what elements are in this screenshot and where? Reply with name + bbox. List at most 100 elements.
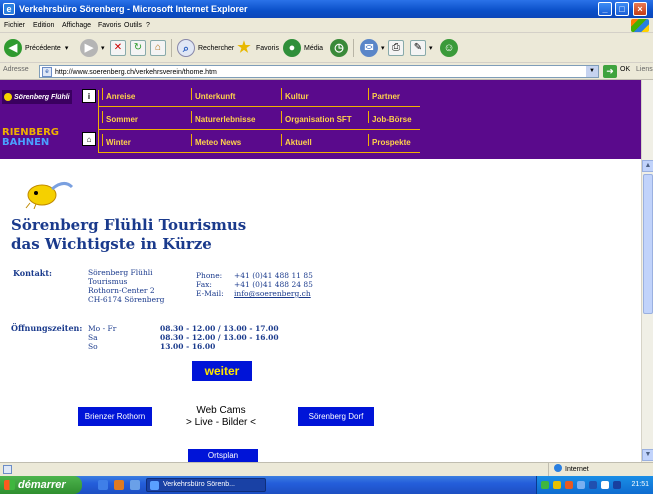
menu-outils[interactable]: Outils [124,20,142,31]
soerenberg-fluehli-logo[interactable]: Sörenberg Flühli [2,90,72,104]
title-bar: e Verkehrsbüro Sörenberg - Microsoft Int… [0,0,653,18]
media-button[interactable]: ● Média [283,37,323,59]
menu-help[interactable]: ? [146,20,150,31]
quicklaunch-desktop-icon[interactable] [130,480,140,490]
brand-top-text: Sörenberg Flühli [14,93,70,101]
windows-logo-icon [631,19,649,32]
taskbar: démarrer Verkehrsbüro Sörenb... 21:51 [0,476,653,494]
minimize-button[interactable]: _ [598,2,612,16]
house-icon[interactable]: ⌂ [82,132,96,146]
media-icon: ● [283,39,301,57]
soerenberg-dorf-button[interactable]: Sörenberg Dorf [298,407,374,426]
taskbar-item-ie[interactable]: Verkehrsbüro Sörenb... [146,478,266,492]
refresh-button[interactable]: ↻ [130,37,146,59]
taskbar-item-label: Verkehrsbüro Sörenb... [163,481,235,488]
address-url: http://www.soerenberg.ch/verkehrsverein/… [55,69,217,76]
sun-mascot-icon [25,182,74,209]
mail-button[interactable]: ✉ ▾ [360,37,385,59]
toolbar-separator [353,39,354,57]
weiter-button[interactable]: weiter [192,361,252,381]
tray-network-icon[interactable] [541,481,549,489]
back-button[interactable]: ◀ Précédente ▾ [4,37,68,59]
address-input[interactable]: e http://www.soerenberg.ch/verkehrsverei… [39,65,599,78]
nav-prospekte[interactable]: Prospekte [368,134,411,147]
quicklaunch-outlook-icon[interactable] [114,480,124,490]
nav-naturerlebnisse[interactable]: Naturerlebnisse [190,111,255,124]
edit-button[interactable]: ✎ ▾ [410,37,433,59]
page-content: Sörenberg Flühli Tourismus das Wichtigst… [0,159,641,462]
menu-favoris[interactable]: Favoris [98,20,121,31]
brienzer-rothorn-button[interactable]: Brienzer Rothorn [78,407,152,426]
favorites-button[interactable]: ★ Favoris [235,37,279,59]
phone-value: +41 (0)41 488 11 85 [234,271,313,280]
quicklaunch-ie-icon[interactable] [98,480,108,490]
vertical-scrollbar[interactable]: ▲ ▼ [641,80,653,462]
start-label: démarrer [18,479,66,491]
links-label[interactable]: Liens [636,66,653,73]
scroll-up-icon[interactable]: ▲ [642,160,653,172]
go-button[interactable]: OK [620,66,630,73]
security-zone: Internet [548,463,589,476]
maximize-button[interactable]: □ [615,2,629,16]
toolbar: ◀ Précédente ▾ ▶ ▾ ✕ ↻ ⌂ ⌕ Rechercher ★ … [0,33,653,63]
nav-anreise[interactable]: Anreise [101,88,135,101]
nav-aktuell[interactable]: Aktuell [281,134,312,147]
hours-value: 08.30 - 12.00 / 13.00 - 16.00 [160,333,279,342]
tray-antivirus-icon[interactable] [565,481,573,489]
rothorn-bahnen-logo[interactable]: RIENBERG BAHNEN [2,128,72,148]
nav-divider-line [98,90,99,152]
email-link[interactable]: info@soerenberg.ch [234,289,311,298]
toolbar-separator [171,39,172,57]
go-arrow-icon[interactable]: ➜ [603,65,617,78]
ortsplan-button[interactable]: Ortsplan [188,449,258,462]
tray-app-icon[interactable] [613,481,621,489]
home-button[interactable]: ⌂ [150,37,166,59]
internet-explorer-icon: e [3,3,15,15]
forward-dropdown-icon[interactable]: ▾ [101,44,105,52]
nav-meteo-news[interactable]: Meteo News [190,134,241,147]
tray-app-icon[interactable] [589,481,597,489]
edit-icon: ✎ [410,40,426,56]
address-dropdown-icon[interactable]: ▼ [586,66,598,77]
nav-job-boerse[interactable]: Job-Börse [368,111,412,124]
print-button[interactable]: ⎙ [388,37,404,59]
hours-day: So [88,342,98,351]
back-dropdown-icon[interactable]: ▾ [65,44,69,52]
address-bar: Adresse e http://www.soerenberg.ch/verke… [0,63,653,80]
mail-dropdown-icon[interactable]: ▾ [381,44,385,52]
menu-edition[interactable]: Edition [33,20,54,31]
menu-fichier[interactable]: Fichier [4,20,25,31]
start-button[interactable]: démarrer [0,476,82,494]
history-button[interactable]: ◷ [330,37,348,59]
tray-volume-icon[interactable] [553,481,561,489]
stop-button[interactable]: ✕ [110,37,126,59]
page-subtitle: das Wichtigste in Kürze [11,235,212,253]
nav-sommer[interactable]: Sommer [101,111,138,124]
search-button[interactable]: ⌕ Rechercher [177,37,234,59]
scroll-thumb[interactable] [643,174,653,314]
brand-bottom-line2: BAHNEN [2,137,50,148]
tray-messenger-icon[interactable] [577,481,585,489]
nav-kultur[interactable]: Kultur [281,88,309,101]
forward-button[interactable]: ▶ ▾ [80,37,105,59]
forward-arrow-icon: ▶ [80,39,98,57]
info-icon[interactable]: i [82,89,96,103]
phone-label: Phone: [196,271,223,280]
menu-affichage[interactable]: Affichage [62,20,91,31]
edit-dropdown-icon[interactable]: ▾ [429,44,433,52]
nav-unterkunft[interactable]: Unterkunft [190,88,235,101]
webcams-link[interactable]: Web Cams > Live - Bilder < [178,405,264,429]
hours-day: Sa [88,333,98,342]
nav-partner[interactable]: Partner [367,88,400,101]
messenger-button[interactable]: ☺ [440,37,458,59]
close-button[interactable]: × [633,2,647,16]
email-label: E-Mail: [196,289,224,298]
address-label: Adresse [3,66,29,73]
clock: 21:51 [631,481,649,488]
tray-app-icon[interactable] [601,481,609,489]
nav-winter[interactable]: Winter [102,134,131,147]
kontakt-address-line: Sörenberg Flühli [88,268,153,277]
nav-organisation-sft[interactable]: Organisation SFT [281,111,352,124]
home-icon: ⌂ [150,40,166,56]
scroll-down-icon[interactable]: ▼ [642,449,653,461]
